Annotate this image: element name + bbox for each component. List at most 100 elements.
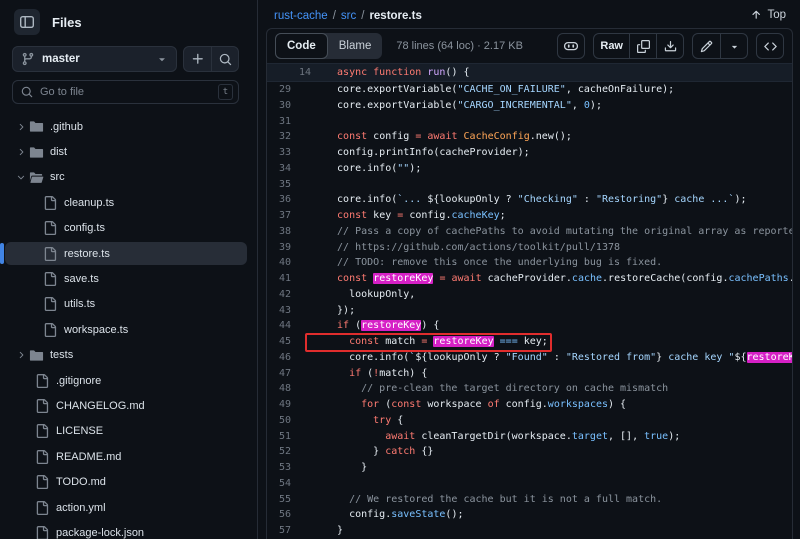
tree-item-action-yml[interactable]: action.yml bbox=[0, 495, 257, 520]
tree-item-restore-ts[interactable]: restore.ts bbox=[0, 241, 257, 266]
line-number[interactable]: 57 bbox=[267, 523, 291, 539]
go-to-file-input[interactable]: Go to file t bbox=[12, 80, 239, 104]
tree-item-cleanup-ts[interactable]: cleanup.ts bbox=[0, 190, 257, 215]
folder-icon bbox=[28, 144, 44, 160]
tree-item-label: tests bbox=[50, 349, 73, 361]
line-number[interactable]: 40 bbox=[267, 255, 291, 271]
line-number[interactable]: 43 bbox=[267, 303, 291, 319]
file-view-panel: CodeBlame 78 lines (64 loc) · 2.17 KB Ra… bbox=[266, 28, 793, 539]
code-line: 56 config.saveState(); bbox=[267, 507, 792, 523]
code-line-text: core.exportVariable("CARGO_INCREMENTAL",… bbox=[325, 98, 602, 114]
tab-blame[interactable]: Blame bbox=[328, 33, 383, 59]
tree-item-src[interactable]: src bbox=[0, 165, 257, 190]
line-number[interactable]: 33 bbox=[267, 145, 291, 161]
line-number[interactable]: 44 bbox=[267, 318, 291, 334]
code-line: 54 bbox=[267, 476, 792, 492]
code-line: 47 if (!match) { bbox=[267, 366, 792, 382]
search-match-highlight: restoreKey bbox=[747, 352, 794, 363]
tree-item-utils-ts[interactable]: utils.ts bbox=[0, 292, 257, 317]
code-line-text: core.info(""); bbox=[325, 161, 421, 177]
tree-item-workspace-ts[interactable]: workspace.ts bbox=[0, 317, 257, 342]
sidebar-header: Files bbox=[0, 0, 257, 41]
tree-item-dist[interactable]: dist bbox=[0, 139, 257, 164]
breadcrumb-link-src[interactable]: src bbox=[341, 10, 356, 22]
raw-label: Raw bbox=[600, 40, 623, 52]
file-icon bbox=[42, 271, 58, 287]
tree-item-label: .github bbox=[50, 121, 83, 133]
tree-item--gitignore[interactable]: .gitignore bbox=[0, 368, 257, 393]
breadcrumb-link-rust-cache[interactable]: rust-cache bbox=[274, 10, 328, 22]
chevron-right-icon bbox=[14, 350, 28, 360]
line-number[interactable]: 55 bbox=[267, 492, 291, 508]
back-to-top-link[interactable]: Top bbox=[750, 9, 786, 21]
copy-button[interactable] bbox=[629, 34, 656, 58]
line-number[interactable]: 47 bbox=[267, 366, 291, 382]
line-number[interactable]: 46 bbox=[267, 350, 291, 366]
code-line: 42 lookupOnly, bbox=[267, 287, 792, 303]
code-line-text: if (!match) { bbox=[325, 366, 427, 382]
tree-item--github[interactable]: .github bbox=[0, 114, 257, 139]
tree-item-readme-md[interactable]: README.md bbox=[0, 444, 257, 469]
tree-item-package-lock-json[interactable]: package-lock.json bbox=[0, 520, 257, 539]
line-number[interactable]: 50 bbox=[267, 413, 291, 429]
branch-selector[interactable]: master bbox=[12, 46, 177, 72]
file-icon bbox=[34, 423, 50, 439]
line-number[interactable]: 14 bbox=[267, 67, 311, 78]
edit-button[interactable] bbox=[693, 34, 720, 58]
code-line-text: const restoreKey = await cacheProvider.c… bbox=[325, 271, 793, 287]
tab-code[interactable]: Code bbox=[275, 33, 328, 59]
tree-item-license[interactable]: LICENSE bbox=[0, 419, 257, 444]
line-number[interactable]: 52 bbox=[267, 444, 291, 460]
code-line: 50 try { bbox=[267, 413, 792, 429]
add-file-button[interactable] bbox=[184, 47, 211, 71]
tree-item-label: restore.ts bbox=[64, 248, 110, 260]
tree-item-todo-md[interactable]: TODO.md bbox=[0, 469, 257, 494]
git-branch-icon bbox=[21, 52, 35, 66]
code-line-text: // TODO: remove this once the underlying… bbox=[325, 255, 662, 271]
line-number[interactable]: 31 bbox=[267, 114, 291, 130]
code-line: 38 // Pass a copy of cachePaths to avoid… bbox=[267, 224, 792, 240]
back-to-top-label: Top bbox=[767, 9, 786, 21]
code-line-text: const key = config.cacheKey; bbox=[325, 208, 506, 224]
search-tree-button[interactable] bbox=[211, 47, 238, 71]
download-button[interactable] bbox=[656, 34, 683, 58]
raw-button[interactable]: Raw bbox=[594, 34, 629, 58]
code-line-text: async function run() { bbox=[325, 67, 470, 78]
code-line-text: await cleanTargetDir(workspace.target, [… bbox=[325, 429, 680, 445]
edit-dropdown-button[interactable] bbox=[720, 34, 747, 58]
tree-item-config-ts[interactable]: config.ts bbox=[0, 216, 257, 241]
line-number[interactable]: 38 bbox=[267, 224, 291, 240]
tree-item-tests[interactable]: tests bbox=[0, 343, 257, 368]
arrow-up-icon bbox=[750, 9, 762, 21]
line-number[interactable]: 53 bbox=[267, 460, 291, 476]
code-line: 41 const restoreKey = await cacheProvide… bbox=[267, 271, 792, 287]
tree-item-label: package-lock.json bbox=[56, 527, 144, 539]
line-number[interactable]: 49 bbox=[267, 397, 291, 413]
line-number[interactable]: 34 bbox=[267, 161, 291, 177]
line-number[interactable]: 35 bbox=[267, 177, 291, 193]
tree-item-save-ts[interactable]: save.ts bbox=[0, 266, 257, 291]
line-number[interactable]: 51 bbox=[267, 429, 291, 445]
line-number[interactable]: 32 bbox=[267, 129, 291, 145]
line-number[interactable]: 42 bbox=[267, 287, 291, 303]
line-number[interactable]: 36 bbox=[267, 192, 291, 208]
code-line: 55 // We restored the cache but it is no… bbox=[267, 492, 792, 508]
line-number[interactable]: 30 bbox=[267, 98, 291, 114]
line-number[interactable]: 39 bbox=[267, 240, 291, 256]
line-number[interactable]: 29 bbox=[267, 82, 291, 98]
code-line: 57 } bbox=[267, 523, 792, 539]
line-number[interactable]: 54 bbox=[267, 476, 291, 492]
line-number[interactable]: 41 bbox=[267, 271, 291, 287]
line-number[interactable]: 56 bbox=[267, 507, 291, 523]
collapse-sidebar-button[interactable] bbox=[14, 9, 40, 35]
line-number[interactable]: 48 bbox=[267, 381, 291, 397]
chevron-right-icon bbox=[14, 147, 28, 157]
tree-item-changelog-md[interactable]: CHANGELOG.md bbox=[0, 393, 257, 418]
file-icon bbox=[42, 296, 58, 312]
copilot-button[interactable] bbox=[557, 33, 585, 59]
symbols-panel-button[interactable] bbox=[756, 33, 784, 59]
code-line-text: }); bbox=[325, 303, 355, 319]
line-number[interactable]: 45 bbox=[267, 334, 291, 350]
line-number[interactable]: 37 bbox=[267, 208, 291, 224]
file-tree-sidebar: Files master bbox=[0, 0, 258, 539]
